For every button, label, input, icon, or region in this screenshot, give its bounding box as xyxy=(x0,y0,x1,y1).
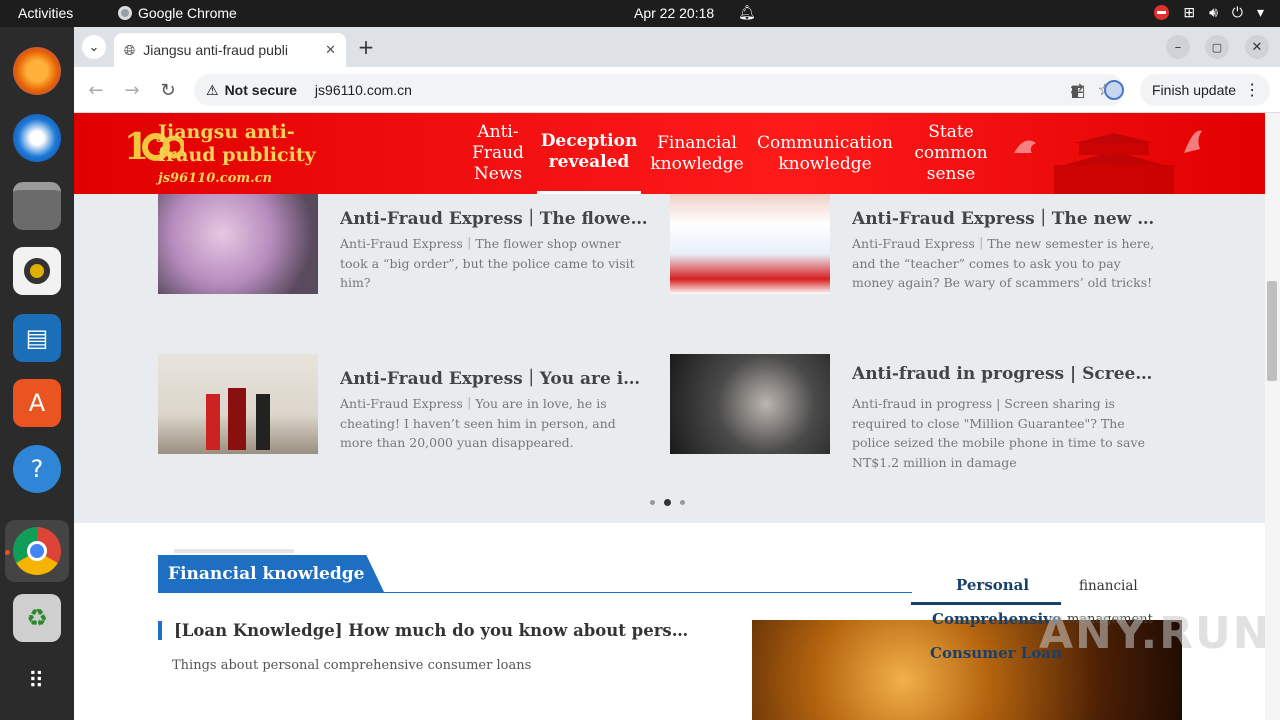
nav-anti-fraud-news[interactable]: Anti-Fraud News xyxy=(470,113,526,194)
minimize-button[interactable]: – xyxy=(1166,35,1190,59)
news-thumbnail[interactable] xyxy=(158,354,318,454)
news-description: Anti-Fraud Express｜The new semester is h… xyxy=(852,236,1155,290)
news-thumbnail[interactable] xyxy=(670,354,830,454)
news-description: Anti-Fraud Express｜The flower shop owner… xyxy=(340,236,635,290)
app-menu[interactable]: Google Chrome xyxy=(118,5,237,21)
financial-section-header: Financial knowledge xyxy=(158,555,385,593)
thunderbird-icon[interactable] xyxy=(13,114,61,162)
tab-active[interactable]: 🌐︎ Jiangsu anti-fraud publi ✕ xyxy=(114,33,346,67)
network-icon: ⊞ xyxy=(1183,4,1196,20)
app-name: Google Chrome xyxy=(138,5,237,21)
chrome-small-icon xyxy=(118,6,132,20)
anyrun-watermark: ANY.RUN xyxy=(1039,608,1265,659)
finish-update-label: Finish update xyxy=(1152,82,1237,98)
tiananmen-silhouette xyxy=(1014,130,1202,194)
tab-strip: ⌄ 🌐︎ Jiangsu anti-fraud publi ✕ + – ▢ ✕ xyxy=(74,27,1280,67)
close-icon[interactable]: ✕ xyxy=(325,42,336,58)
section-underline xyxy=(158,592,912,593)
browser-toolbar: ← → ↻ ⚠ Not secure js96110.com.cn ⇄ ☆ ◧ … xyxy=(74,67,1280,113)
tab-title: Jiangsu anti-fraud publi xyxy=(143,42,288,58)
running-indicator xyxy=(5,550,10,555)
power-icon: ⏻ xyxy=(1231,4,1243,20)
security-label[interactable]: Not secure xyxy=(225,82,297,98)
activities-button[interactable]: Activities xyxy=(18,5,73,21)
news-title[interactable]: Anti-Fraud Express｜You are in love,… xyxy=(340,364,650,389)
clock[interactable]: Apr 22 20:18 xyxy=(634,5,714,21)
maximize-button[interactable]: ▢ xyxy=(1205,35,1229,59)
software-icon[interactable]: A xyxy=(13,379,61,427)
finish-update-button[interactable]: Finish update ⋮ xyxy=(1140,74,1270,106)
url-text[interactable]: js96110.com.cn xyxy=(315,82,412,98)
writer-icon[interactable]: ▤ xyxy=(13,314,61,362)
section-divider xyxy=(174,549,294,553)
system-top-bar: Activities Google Chrome Apr 22 20:18 🔔︎… xyxy=(0,0,1280,27)
tab-financial-management-line1[interactable]: financial xyxy=(1079,578,1138,594)
financial-section-title[interactable]: Financial knowledge xyxy=(158,555,385,593)
volume-icon: 🔊︎ xyxy=(1209,4,1218,20)
news-description: Anti-fraud in progress | Screen sharing … xyxy=(852,396,1145,470)
firefox-icon[interactable] xyxy=(13,47,61,95)
active-tab-underline xyxy=(911,602,1061,605)
carousel-pagination[interactable] xyxy=(650,499,685,506)
web-page: Anti-Fraud Express｜The flower sho… Anti-… xyxy=(74,113,1265,720)
new-tab-button[interactable]: + xyxy=(354,35,378,59)
back-button[interactable]: ← xyxy=(84,78,108,102)
system-tray[interactable]: ⊞ 🔊︎ ⏻ ▾ xyxy=(1154,4,1264,21)
news-thumbnail[interactable] xyxy=(158,194,318,294)
nav-state-common-sense[interactable]: State common sense xyxy=(909,113,993,194)
news-card[interactable]: Anti-Fraud Express｜The flower sho… Anti-… xyxy=(158,194,658,294)
more-menu-icon: ⋮ xyxy=(1244,82,1261,99)
page-scrollbar[interactable] xyxy=(1265,113,1280,720)
news-title[interactable]: Anti-fraud in progress | Screen sharin… xyxy=(852,364,1162,384)
article-title[interactable]: [Loan Knowledge] How much do you know ab… xyxy=(158,621,698,640)
nav-deception-revealed[interactable]: Deception revealed xyxy=(537,113,641,194)
nav-financial-knowledge[interactable]: Financial knowledge xyxy=(650,113,743,194)
help-icon[interactable]: ? xyxy=(13,445,61,493)
news-title[interactable]: Anti-Fraud Express｜The new semes… xyxy=(852,204,1162,229)
tab-search-button[interactable]: ⌄ xyxy=(82,35,106,59)
site-brand-url: js96110.com.cn xyxy=(158,171,273,186)
side-panel-icon[interactable]: ◧ xyxy=(1066,78,1090,102)
profile-icon[interactable] xyxy=(1102,78,1126,102)
nav-communication-knowledge[interactable]: Communication knowledge xyxy=(757,113,893,194)
news-card[interactable]: Anti-Fraud Express｜The new semes… Anti-F… xyxy=(670,194,1170,294)
news-thumbnail[interactable] xyxy=(670,194,830,294)
scrollbar-thumb[interactable] xyxy=(1267,281,1277,381)
address-bar[interactable]: ⚠ Not secure js96110.com.cn ⇄ ☆ xyxy=(194,74,1124,106)
carousel-dot[interactable] xyxy=(680,500,685,505)
rhythmbox-icon[interactable] xyxy=(13,247,61,295)
bell-icon: 🔔︎ xyxy=(738,4,756,20)
globe-icon: 🌐︎ xyxy=(124,41,136,58)
site-header: 1 Jiangsu anti-fraud publicity js96110.c… xyxy=(74,113,1265,194)
forward-button[interactable]: → xyxy=(120,78,144,102)
news-description: Anti-Fraud Express｜You are in love, he i… xyxy=(340,396,616,450)
news-card[interactable]: Anti-Fraud Express｜You are in love,… Ant… xyxy=(158,354,658,454)
news-title[interactable]: Anti-Fraud Express｜The flower sho… xyxy=(340,204,650,229)
reload-button[interactable]: ↻ xyxy=(156,78,180,102)
show-apps-icon[interactable]: ⠿ xyxy=(13,657,61,705)
chevron-down-icon: ▾ xyxy=(1256,4,1264,20)
chrome-icon[interactable] xyxy=(13,527,61,575)
close-window-button[interactable]: ✕ xyxy=(1245,35,1269,59)
trash-icon[interactable]: ♻ xyxy=(13,594,61,642)
do-not-disturb-icon xyxy=(1154,5,1170,20)
carousel-dot-active[interactable] xyxy=(664,499,671,506)
site-brand-name[interactable]: Jiangsu anti-fraud publicity xyxy=(158,121,338,167)
files-icon[interactable] xyxy=(13,182,61,230)
tab-personal-loan-line1[interactable]: Personal xyxy=(956,576,1029,594)
article-description: Things about personal comprehensive cons… xyxy=(172,658,532,673)
news-card[interactable]: Anti-fraud in progress | Screen sharin… … xyxy=(670,354,1170,470)
carousel-dot[interactable] xyxy=(650,500,655,505)
dock: ▤ A ? ♻ ⠿ xyxy=(0,27,74,720)
warning-icon: ⚠ xyxy=(206,81,219,98)
